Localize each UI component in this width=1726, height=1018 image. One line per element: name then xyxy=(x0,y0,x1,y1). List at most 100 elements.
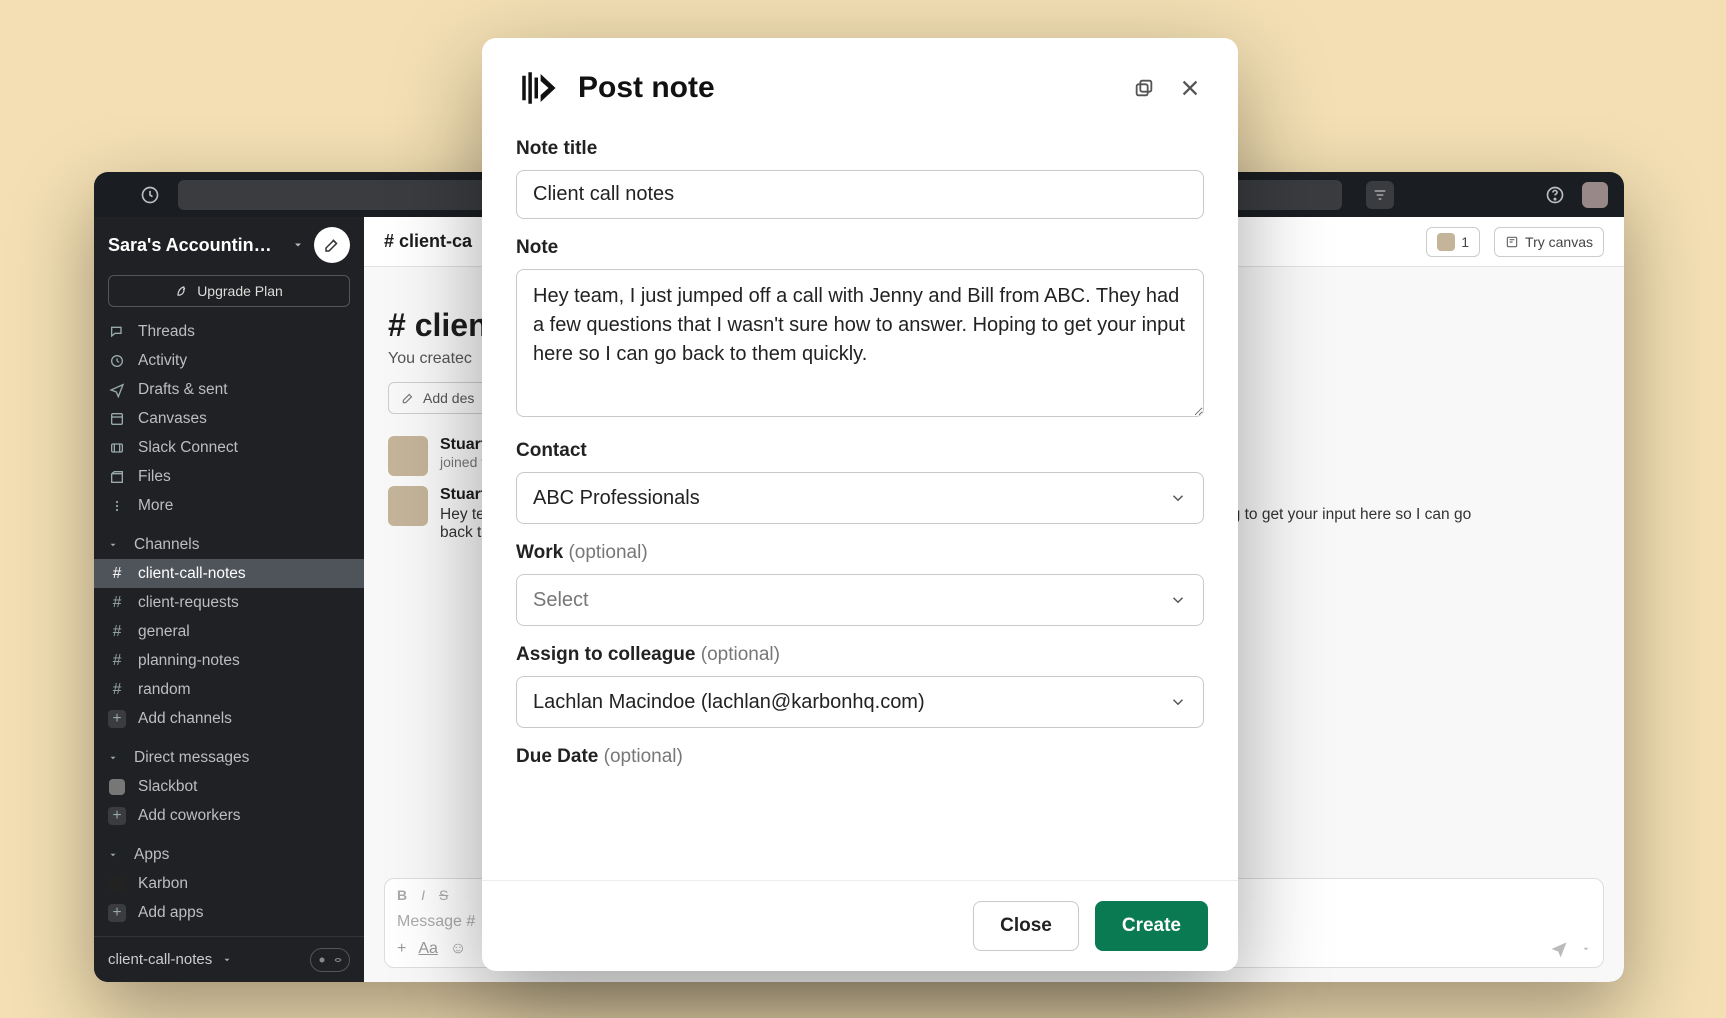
canvases-icon xyxy=(108,411,126,427)
nav-activity[interactable]: Activity xyxy=(94,346,364,375)
app-karbon[interactable]: Karbon xyxy=(94,869,364,898)
field-note: Note xyxy=(516,237,1204,422)
plus-icon: + xyxy=(108,807,126,825)
work-select[interactable]: Select xyxy=(516,574,1204,626)
avatar-icon xyxy=(388,486,428,526)
karbon-app-icon xyxy=(108,876,126,892)
emoji-icon[interactable]: ☺ xyxy=(450,940,466,958)
hash-icon: # xyxy=(108,652,126,670)
message-author: Stuart xyxy=(440,436,486,453)
chevron-down-icon xyxy=(292,239,304,251)
upgrade-plan-button[interactable]: Upgrade Plan xyxy=(108,275,350,307)
help-button[interactable] xyxy=(1542,182,1568,208)
contact-label: Contact xyxy=(516,440,587,461)
chevron-down-icon xyxy=(1169,591,1187,609)
files-icon xyxy=(108,469,126,485)
assign-value: Lachlan Macindoe (lachlan@karbonhq.com) xyxy=(533,691,925,714)
sidebar-footer: client-call-notes xyxy=(94,936,364,982)
nav-files[interactable]: Files xyxy=(94,462,364,491)
note-label: Note xyxy=(516,237,558,258)
message-meta: joined t xyxy=(440,454,486,470)
message-author: Stuart xyxy=(440,486,486,503)
field-assign: Assign to colleague (optional) Lachlan M… xyxy=(516,644,1204,728)
footer-channel-name[interactable]: client-call-notes xyxy=(108,951,212,968)
field-work: Work (optional) Select xyxy=(516,542,1204,626)
try-canvas-button[interactable]: Try canvas xyxy=(1494,227,1604,257)
compose-button[interactable] xyxy=(314,227,350,263)
avatar-icon xyxy=(388,436,428,476)
avatar-icon xyxy=(1437,233,1455,251)
add-channels[interactable]: +Add channels xyxy=(94,704,364,733)
channel-client-call-notes[interactable]: #client-call-notes xyxy=(94,559,364,588)
add-description-button[interactable]: Add des xyxy=(388,382,487,414)
work-label: Work (optional) xyxy=(516,542,648,563)
workspace-name: Sara's Accounting… xyxy=(108,235,282,256)
channel-general[interactable]: #general xyxy=(94,617,364,646)
strike-icon[interactable]: S xyxy=(439,887,448,903)
channel-planning-notes[interactable]: #planning-notes xyxy=(94,646,364,675)
due-date-label: Due Date (optional) xyxy=(516,746,683,767)
nav-threads[interactable]: Threads xyxy=(94,317,364,346)
nav-canvases[interactable]: Canvases xyxy=(94,404,364,433)
channel-client-requests[interactable]: #client-requests xyxy=(94,588,364,617)
channel-members[interactable]: 1 xyxy=(1426,227,1480,257)
hash-icon: # xyxy=(108,565,126,583)
bold-icon[interactable]: B xyxy=(397,887,407,903)
plus-icon: + xyxy=(108,904,126,922)
section-apps[interactable]: Apps xyxy=(94,840,364,869)
italic-icon[interactable]: I xyxy=(421,887,425,903)
history-button[interactable] xyxy=(110,185,160,205)
dm-slackbot[interactable]: Slackbot xyxy=(94,772,364,801)
note-textarea[interactable] xyxy=(516,269,1204,417)
contact-value: ABC Professionals xyxy=(533,487,700,510)
upgrade-plan-label: Upgrade Plan xyxy=(197,283,283,299)
assign-label: Assign to colleague (optional) xyxy=(516,644,780,665)
caret-down-icon xyxy=(108,753,122,763)
create-button[interactable]: Create xyxy=(1095,901,1208,951)
modal-header: Post note xyxy=(482,38,1238,118)
close-button[interactable]: Close xyxy=(973,901,1079,951)
add-coworkers[interactable]: +Add coworkers xyxy=(94,801,364,830)
work-placeholder: Select xyxy=(533,589,589,612)
user-avatar[interactable] xyxy=(1582,182,1608,208)
threads-icon xyxy=(108,324,126,340)
activity-icon xyxy=(108,353,126,369)
section-channels[interactable]: Channels xyxy=(94,530,364,559)
modal-body: Note title Note Contact ABC Professional… xyxy=(482,118,1238,880)
channel-random[interactable]: #random xyxy=(94,675,364,704)
sidebar: Sara's Accounting… Upgrade Plan Threads … xyxy=(94,217,364,982)
open-external-button[interactable] xyxy=(1130,74,1158,102)
plus-icon: + xyxy=(108,710,126,728)
nav-drafts[interactable]: Drafts & sent xyxy=(94,375,364,404)
post-note-modal: Post note Note title Note Contact ABC Pr… xyxy=(482,38,1238,971)
chevron-down-icon xyxy=(222,955,232,965)
assign-select[interactable]: Lachlan Macindoe (lachlan@karbonhq.com) xyxy=(516,676,1204,728)
karbon-logo-icon xyxy=(516,66,560,110)
connect-icon xyxy=(108,440,126,456)
contact-select[interactable]: ABC Professionals xyxy=(516,472,1204,524)
plus-icon[interactable]: + xyxy=(397,940,406,958)
nav-slack-connect[interactable]: Slack Connect xyxy=(94,433,364,462)
workspace-switcher[interactable]: Sara's Accounting… xyxy=(94,217,364,269)
send-button[interactable] xyxy=(1549,939,1569,959)
field-due-date: Due Date (optional) xyxy=(516,746,1204,768)
close-icon[interactable] xyxy=(1176,74,1204,102)
note-title-input[interactable] xyxy=(516,170,1204,219)
slackbot-icon xyxy=(108,779,126,795)
chevron-down-icon xyxy=(1169,693,1187,711)
drafts-icon xyxy=(108,382,126,398)
field-contact: Contact ABC Professionals xyxy=(516,440,1204,524)
huddle-toggle[interactable] xyxy=(310,948,350,972)
nav-more[interactable]: More xyxy=(94,491,364,520)
section-dms[interactable]: Direct messages xyxy=(94,743,364,772)
add-apps[interactable]: +Add apps xyxy=(94,898,364,927)
modal-footer: Close Create xyxy=(482,880,1238,971)
hash-icon: # xyxy=(108,681,126,699)
search-filter-button[interactable] xyxy=(1366,181,1394,209)
caret-down-icon xyxy=(108,850,122,860)
hash-icon: # xyxy=(108,623,126,641)
modal-title: Post note xyxy=(578,71,1112,105)
hash-icon: # xyxy=(108,594,126,612)
send-options[interactable] xyxy=(1581,944,1591,954)
format-toggle[interactable]: Aa xyxy=(418,940,438,958)
